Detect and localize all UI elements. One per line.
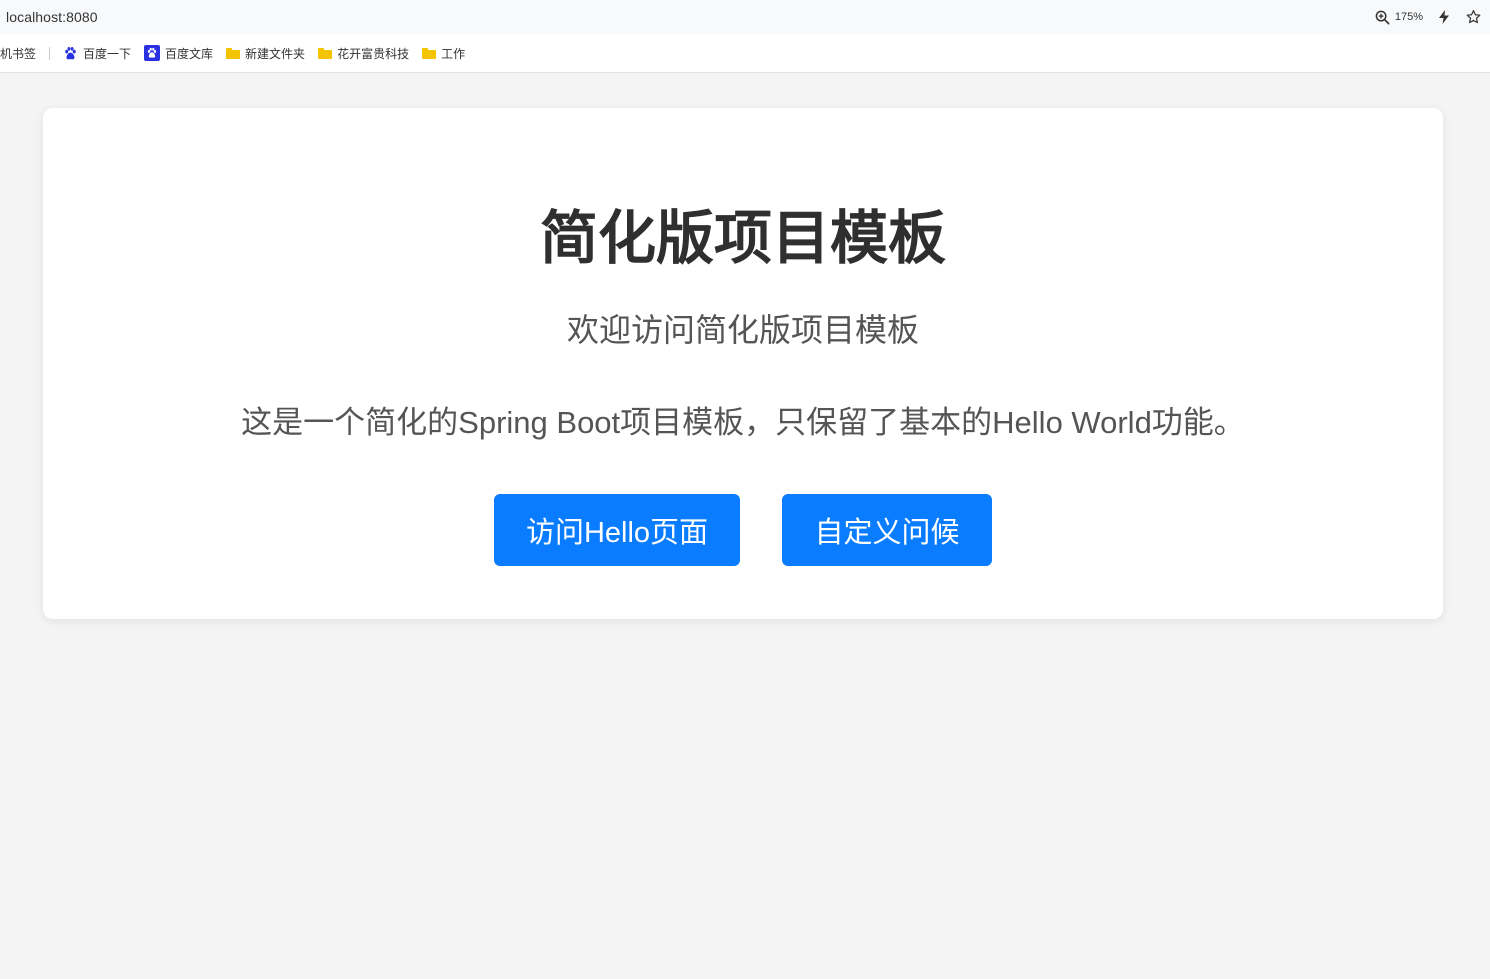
zoom-indicator[interactable]: 175% bbox=[1375, 10, 1423, 25]
bookmark-label: 花开富贵科技 bbox=[337, 46, 410, 61]
url-text[interactable]: localhost:8080 bbox=[6, 9, 98, 25]
page-title: 简化版项目模板 bbox=[539, 206, 946, 271]
bookmark-baidu[interactable]: 百度一下 bbox=[62, 45, 131, 62]
visit-hello-button[interactable]: 访问Hello页面 bbox=[494, 494, 740, 566]
address-bar: localhost:8080 175% bbox=[0, 0, 1490, 34]
page-description: 这是一个简化的Spring Boot项目模板，只保留了基本的Hello Worl… bbox=[241, 405, 1245, 440]
folder-icon bbox=[422, 47, 437, 59]
bookmark-mobile[interactable]: 机书签 bbox=[0, 45, 36, 62]
folder-icon bbox=[226, 47, 241, 59]
folder-icon bbox=[318, 47, 333, 59]
page-subtitle: 欢迎访问简化版项目模板 bbox=[566, 312, 919, 348]
custom-greeting-button[interactable]: 自定义问候 bbox=[782, 494, 992, 566]
zoom-icon bbox=[1375, 10, 1390, 25]
bookmarks-bar: 机书签 百度一下 百度文库 新建文件夹 花开富贵科技 工作 bbox=[0, 34, 1490, 73]
bookmark-label: 工作 bbox=[441, 46, 466, 61]
bookmark-folder-work[interactable]: 工作 bbox=[422, 45, 465, 62]
main-card: 简化版项目模板 欢迎访问简化版项目模板 这是一个简化的Spring Boot项目… bbox=[43, 108, 1443, 619]
bookmark-label: 新建文件夹 bbox=[245, 46, 306, 61]
lightning-icon[interactable] bbox=[1437, 9, 1451, 25]
zoom-level: 175% bbox=[1394, 11, 1423, 23]
bookmark-wenku[interactable]: 百度文库 bbox=[144, 45, 213, 62]
wenku-icon bbox=[144, 45, 161, 61]
bookmark-folder-new[interactable]: 新建文件夹 bbox=[226, 45, 305, 62]
bookmark-label: 百度一下 bbox=[83, 46, 132, 61]
star-icon[interactable] bbox=[1465, 9, 1482, 25]
address-bar-actions: 175% bbox=[1375, 9, 1482, 25]
baidu-paw-icon bbox=[62, 45, 78, 61]
bookmark-label: 百度文库 bbox=[165, 46, 214, 61]
bookmark-separator bbox=[49, 46, 51, 60]
bookmark-folder-huakai[interactable]: 花开富贵科技 bbox=[318, 45, 409, 62]
bookmark-label: 机书签 bbox=[0, 46, 37, 61]
